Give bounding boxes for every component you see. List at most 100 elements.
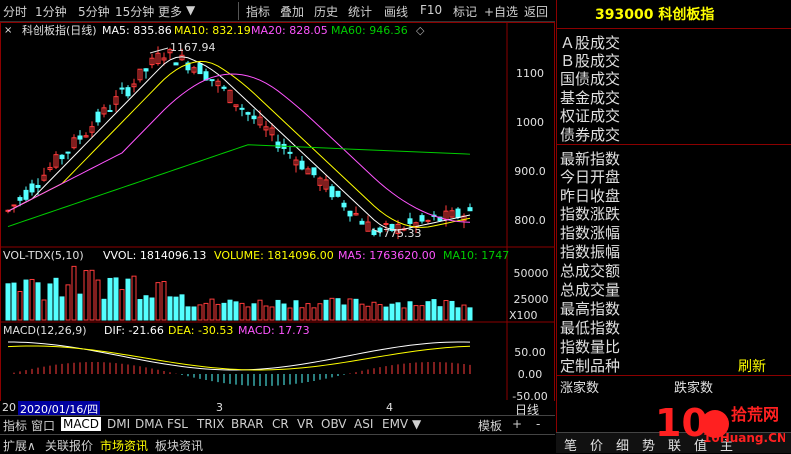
macd-tick-50: 50.00 — [514, 346, 546, 359]
panel-divider-2 — [556, 144, 791, 145]
more-chevron-icon[interactable]: ▼ — [186, 3, 195, 17]
tab-trix[interactable]: TRIX — [197, 417, 224, 431]
volume-bar — [377, 304, 383, 321]
tab-window[interactable]: 窗口 — [31, 417, 55, 434]
volume-bar — [173, 296, 179, 321]
tab-vr[interactable]: VR — [297, 417, 314, 431]
candle-body — [95, 111, 101, 123]
volume-unit: X100 — [509, 309, 538, 322]
toolbar: 分时 1分钟 5分钟 15分钟 更多 ▼ 指标 叠加 历史 统计 画线 F10 … — [0, 0, 555, 22]
footer-tabs: 扩展∧ 关联报价 市场资讯 板块资讯 — [0, 434, 555, 453]
candle-body — [377, 227, 383, 233]
tab-1min[interactable]: 1分钟 — [35, 3, 67, 20]
vol-ma10-label: MA10: 1747 — [443, 249, 509, 262]
tab-cr[interactable]: CR — [272, 417, 289, 431]
volume-bar — [329, 297, 335, 321]
volume-bar — [269, 306, 275, 321]
more-button[interactable]: 更多 — [158, 3, 182, 20]
back-button[interactable]: 返回 — [524, 3, 548, 20]
candle-body — [59, 154, 65, 160]
volume-bar — [281, 303, 287, 321]
vvol-label: VVOL: 1814096.13 — [103, 249, 206, 262]
refresh-button[interactable]: 刷新 — [738, 356, 766, 376]
volume-bar — [83, 270, 89, 321]
tab-asi[interactable]: ASI — [354, 417, 373, 431]
volume-bar — [455, 307, 461, 321]
candle-body — [425, 219, 431, 222]
related-quotes-tab[interactable]: 关联报价 — [45, 437, 93, 454]
high-pointer — [149, 47, 169, 54]
zoom-in-button[interactable]: + — [512, 417, 522, 431]
mark-button[interactable]: 标记 — [453, 3, 477, 20]
volume-bar — [299, 307, 305, 321]
tab-15min[interactable]: 15分钟 — [115, 3, 154, 20]
overlay-button[interactable]: 叠加 — [280, 3, 304, 20]
tab-scroll-right-icon[interactable]: ▼ — [412, 417, 421, 431]
candle-body — [197, 63, 203, 75]
candle-body — [65, 151, 71, 154]
sector-news-tab[interactable]: 板块资讯 — [155, 437, 203, 454]
tab-1min-timeshare[interactable]: 分时 — [3, 3, 27, 20]
tab-price[interactable]: 价 — [590, 435, 603, 454]
market-news-tab[interactable]: 市场资讯 — [100, 437, 148, 454]
index-volume-ratio: 指数量比 — [560, 338, 621, 356]
tab-dmi[interactable]: DMI — [107, 417, 130, 431]
volume-bar — [353, 298, 359, 321]
volume-bar — [389, 303, 395, 321]
candle-body — [419, 215, 425, 222]
volume-bar — [23, 279, 29, 321]
candle-body — [299, 160, 305, 170]
date-month-3: 3 — [216, 401, 223, 414]
indicator-button[interactable]: 指标 — [246, 3, 270, 20]
dea-label: DEA: -30.53 — [168, 324, 233, 337]
candle-body — [23, 189, 29, 200]
date-month-4: 4 — [386, 401, 393, 414]
draw-line-button[interactable]: 画线 — [384, 3, 408, 20]
volume-bar — [437, 306, 443, 321]
volume-bar — [239, 302, 245, 321]
tab-5min[interactable]: 5分钟 — [78, 3, 110, 20]
tab-bi[interactable]: 笔 — [564, 435, 577, 454]
volume-bar — [431, 299, 437, 321]
tab-macd[interactable]: MACD — [61, 417, 101, 431]
tab-detail[interactable]: 细 — [616, 435, 629, 454]
zoom-out-button[interactable]: - — [536, 417, 540, 431]
tab-brar[interactable]: BRAR — [231, 417, 264, 431]
volume-bar — [215, 303, 221, 321]
macd-value-label: MACD: 17.73 — [238, 324, 310, 337]
add-favorite-button[interactable]: +自选 — [484, 3, 518, 20]
history-button[interactable]: 历史 — [314, 3, 338, 20]
logo-number: 10 — [655, 401, 708, 445]
tab-trend[interactable]: 势 — [642, 435, 655, 454]
stats-button[interactable]: 统计 — [348, 3, 372, 20]
tab-emv[interactable]: EMV — [382, 417, 408, 431]
volume-bar — [287, 307, 293, 321]
tab-indicator[interactable]: 指标 — [3, 417, 27, 434]
candle-body — [29, 183, 35, 193]
expand-diamond-icon[interactable]: ◇ — [416, 24, 425, 37]
volume-bar — [185, 306, 191, 321]
vol-tick-50000: 50000 — [514, 267, 549, 280]
y-tick-800: 800.0 — [514, 214, 546, 227]
f10-button[interactable]: F10 — [420, 3, 442, 17]
kline-chart[interactable]: 科创板指(日线) MA5: 835.86 MA10: 832.19 MA20: … — [0, 22, 555, 400]
volume-bar — [383, 306, 389, 321]
up-count-label: 涨家数 — [560, 381, 600, 396]
volume-bar — [257, 299, 263, 321]
volume-bar — [245, 306, 251, 321]
chart-close-icon[interactable]: × — [4, 25, 12, 36]
tab-fsl[interactable]: FSL — [167, 417, 188, 431]
volume-bar — [131, 275, 137, 321]
expand-button[interactable]: 扩展∧ — [3, 437, 36, 454]
template-button[interactable]: 模板 — [478, 417, 502, 434]
volume-bar — [449, 300, 455, 321]
tab-dma[interactable]: DMA — [135, 417, 163, 431]
volume-bar — [443, 300, 449, 321]
candle-body — [107, 110, 113, 113]
volume-bar — [155, 282, 161, 321]
candle-body — [125, 87, 131, 97]
date-prefix: 20 — [2, 401, 16, 414]
candle-body — [77, 135, 83, 140]
volume-bar — [419, 305, 425, 321]
tab-obv[interactable]: OBV — [321, 417, 347, 431]
